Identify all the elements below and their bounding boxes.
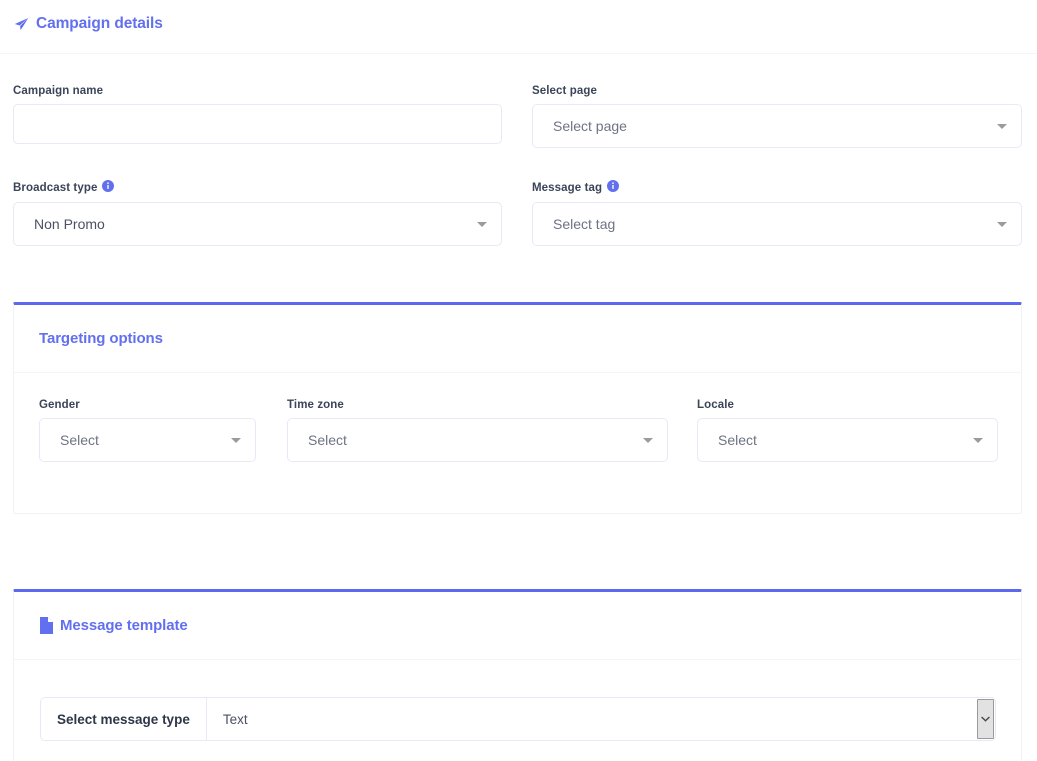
field-time-zone: Time zone Select <box>287 399 668 462</box>
campaign-details-form: Campaign name Select page Select page Br… <box>0 54 1037 294</box>
page-title: Campaign details <box>36 15 163 33</box>
select-page-dropdown[interactable]: Select page <box>532 104 1022 148</box>
chevron-down-icon <box>997 222 1007 227</box>
chevron-down-icon <box>231 438 241 443</box>
label-gender-text: Gender <box>39 399 80 411</box>
label-gender: Gender <box>39 399 256 411</box>
message-template-header-inner: Message template <box>39 617 188 634</box>
label-campaign-name: Campaign name <box>13 85 502 97</box>
targeting-options-card: Targeting options Gender Select Time zon… <box>13 302 1022 514</box>
locale-dropdown[interactable]: Select <box>697 418 998 462</box>
broadcast-type-dropdown[interactable]: Non Promo <box>13 202 502 246</box>
label-time-zone-text: Time zone <box>287 399 344 411</box>
chevron-down-icon <box>997 124 1007 129</box>
label-message-tag-text: Message tag <box>532 182 602 194</box>
time-zone-dropdown[interactable]: Select <box>287 418 668 462</box>
label-message-tag: Message tag <box>532 180 1022 195</box>
message-type-value: Text <box>207 712 248 727</box>
message-tag-value: Select tag <box>553 216 615 232</box>
document-icon <box>39 617 53 634</box>
info-icon[interactable] <box>607 180 619 195</box>
message-type-input-group: Select message type Text <box>40 697 996 741</box>
campaign-builder-page: Campaign details Campaign name Select pa… <box>0 0 1037 761</box>
field-message-tag: Message tag Select tag <box>532 180 1022 246</box>
message-template-card: Message template Select message type Tex… <box>13 589 1022 761</box>
campaign-details-header-inner: Campaign details <box>14 15 163 33</box>
message-tag-dropdown[interactable]: Select tag <box>532 202 1022 246</box>
message-template-card-header: Message template <box>14 592 1021 660</box>
label-locale: Locale <box>697 399 998 411</box>
label-locale-text: Locale <box>697 399 734 411</box>
targeting-options-header-inner: Targeting options <box>39 330 163 347</box>
targeting-options-card-header: Targeting options <box>14 305 1021 373</box>
gender-value: Select <box>60 432 99 448</box>
info-icon[interactable] <box>102 180 114 195</box>
message-template-title: Message template <box>60 617 188 634</box>
message-type-addon-label: Select message type <box>41 698 207 740</box>
label-select-page: Select page <box>532 85 1022 97</box>
targeting-options-title: Targeting options <box>39 330 163 347</box>
field-locale: Locale Select <box>697 399 998 462</box>
label-select-page-text: Select page <box>532 85 597 97</box>
select-page-value: Select page <box>553 118 627 134</box>
chevron-down-icon[interactable] <box>977 699 994 739</box>
time-zone-value: Select <box>308 432 347 448</box>
label-broadcast-type: Broadcast type <box>13 180 502 195</box>
chevron-down-icon <box>643 438 653 443</box>
message-template-card-body: Select message type Text <box>14 660 1021 761</box>
chevron-down-icon <box>973 438 983 443</box>
campaign-details-header: Campaign details <box>0 0 1037 54</box>
label-time-zone: Time zone <box>287 399 668 411</box>
campaign-name-input[interactable] <box>13 104 502 144</box>
locale-value: Select <box>718 432 757 448</box>
message-type-select[interactable]: Text <box>207 698 995 740</box>
chevron-down-icon <box>477 222 487 227</box>
field-campaign-name: Campaign name <box>13 85 502 144</box>
send-icon <box>14 17 29 32</box>
gender-dropdown[interactable]: Select <box>39 418 256 462</box>
broadcast-type-value: Non Promo <box>34 216 105 232</box>
field-gender: Gender Select <box>39 399 256 462</box>
targeting-options-card-body: Gender Select Time zone Select Local <box>14 373 1021 513</box>
label-campaign-name-text: Campaign name <box>13 85 103 97</box>
label-broadcast-type-text: Broadcast type <box>13 182 97 194</box>
field-select-page: Select page Select page <box>532 85 1022 148</box>
field-broadcast-type: Broadcast type Non Promo <box>13 180 502 246</box>
